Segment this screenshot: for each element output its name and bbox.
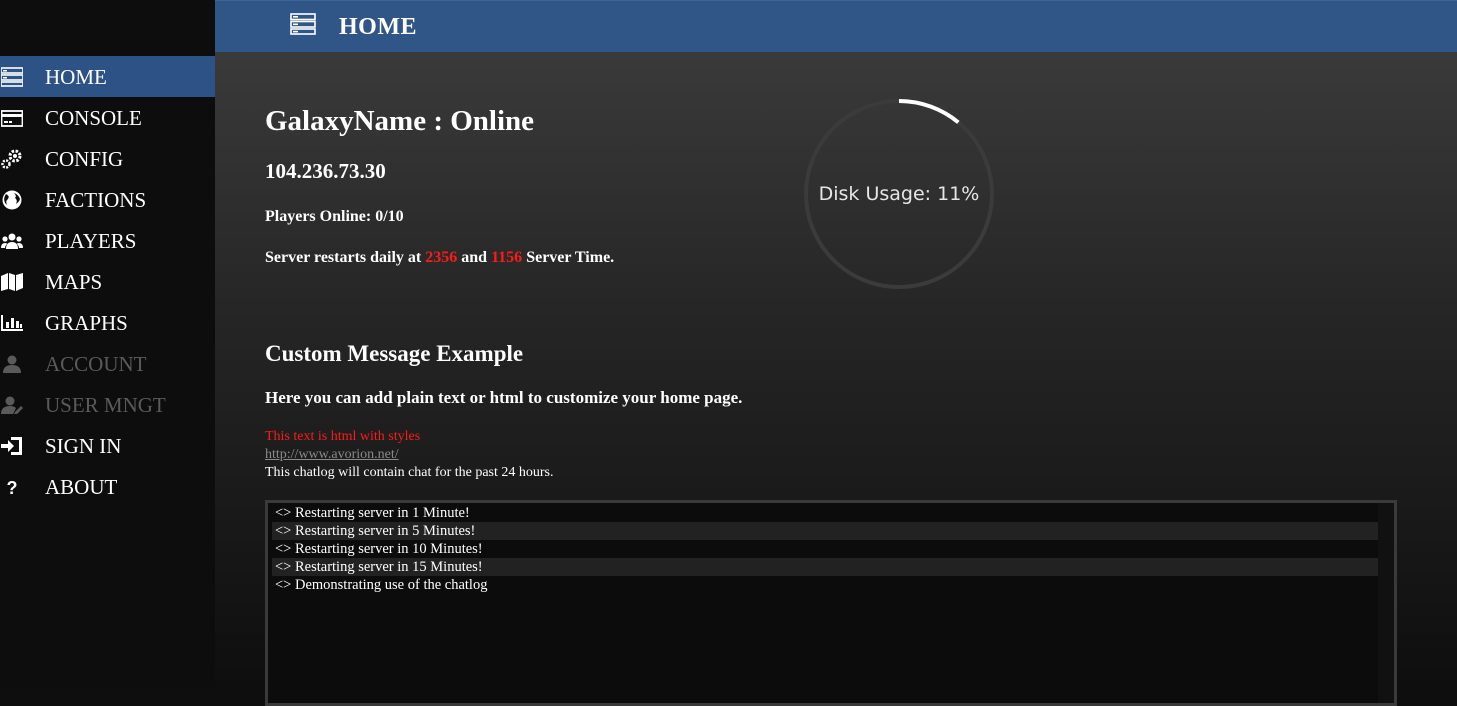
sidebar-item-home[interactable]: HOME [0,56,215,97]
sidebar-item-about[interactable]: ? ABOUT [0,466,215,507]
sidebar-item-label: ACCOUNT [45,352,147,376]
sidebar-item-user-mngt[interactable]: USER MNGT [0,384,215,425]
sidebar-item-config[interactable]: CONFIG [0,138,215,179]
chat-line: <> Demonstrating use of the chatlog [275,577,488,593]
players-online: Players Online: 0/10 [265,208,404,225]
bar-chart-icon [0,312,24,334]
custom-message-title: Custom Message Example [265,341,524,366]
custom-message-text: Here you can add plain text or html to c… [265,388,743,407]
restart-schedule: Server restarts daily at 2356 and 1156 S… [265,247,614,269]
sidebar-item-label: ABOUT [45,475,118,499]
sidebar-item-label: SIGN IN [45,434,122,458]
chatlog-note: This chatlog will contain chat for the p… [265,465,554,480]
sidebar-item-maps[interactable]: MAPS [0,261,215,302]
chatlog-scrollbar[interactable] [1378,503,1394,703]
chat-line: <> Restarting server in 15 Minutes! [272,558,1379,576]
top-header: HOME [215,0,1457,52]
sidebar-item-players[interactable]: PLAYERS [0,220,215,261]
chat-line: <> Restarting server in 10 Minutes! [275,541,483,557]
page-title: HOME [339,14,417,40]
map-icon [0,271,24,293]
globe-icon [0,189,24,211]
server-icon [0,66,24,88]
disk-usage-gauge: Disk Usage: 11% [803,98,995,290]
cogs-icon [0,148,24,170]
main-content: GalaxyName : Online 104.236.73.30 Player… [215,52,1457,706]
sidebar-item-graphs[interactable]: GRAPHS [0,302,215,343]
sidebar-item-sign-in[interactable]: SIGN IN [0,425,215,466]
chat-line: <> Restarting server in 5 Minutes! [272,522,1379,540]
avorion-link[interactable]: http://www.avorion.net/ [265,446,399,464]
sidebar-item-label: FACTIONS [45,188,147,212]
user-manage-icon [0,394,24,416]
svg-text:?: ? [7,478,18,497]
question-icon: ? [0,476,24,498]
restart-time-1: 2356 [425,249,458,266]
sidebar-item-account[interactable]: ACCOUNT [0,343,215,384]
server-ip: 104.236.73.30 [265,159,386,183]
restart-time-2: 1156 [491,249,523,266]
sidebar-item-label: USER MNGT [45,393,166,417]
users-icon [0,230,24,252]
user-icon [0,353,24,375]
sidebar-item-label: MAPS [45,270,103,294]
galaxy-status-title: GalaxyName : Online [265,105,535,137]
restart-mid: and [457,249,492,266]
sidebar-item-label: CONFIG [45,147,124,171]
sidebar: HOME CONSOLE CONFIG FACTIONS PLAYERS MAP… [0,0,215,689]
credit-card-icon [0,107,24,129]
chat-line: <> Restarting server in 1 Minute! [275,505,470,521]
chatlog-box[interactable]: <> Restarting server in 1 Minute! <> Res… [265,500,1397,706]
sidebar-item-label: PLAYERS [45,229,137,253]
styled-html-text: This text is html with styles [265,429,421,444]
sidebar-item-label: CONSOLE [45,106,142,130]
sidebar-item-console[interactable]: CONSOLE [0,97,215,138]
sidebar-nav: HOME CONSOLE CONFIG FACTIONS PLAYERS MAP… [0,56,215,507]
sidebar-item-factions[interactable]: FACTIONS [0,179,215,220]
server-icon [290,13,316,35]
restart-prefix: Server restarts daily at [265,249,426,266]
sign-in-icon [0,435,24,457]
disk-usage-label: Disk Usage: 11% [818,183,980,205]
restart-suffix: Server Time. [522,249,615,266]
sidebar-item-label: HOME [45,65,107,89]
sidebar-item-label: GRAPHS [45,311,128,335]
